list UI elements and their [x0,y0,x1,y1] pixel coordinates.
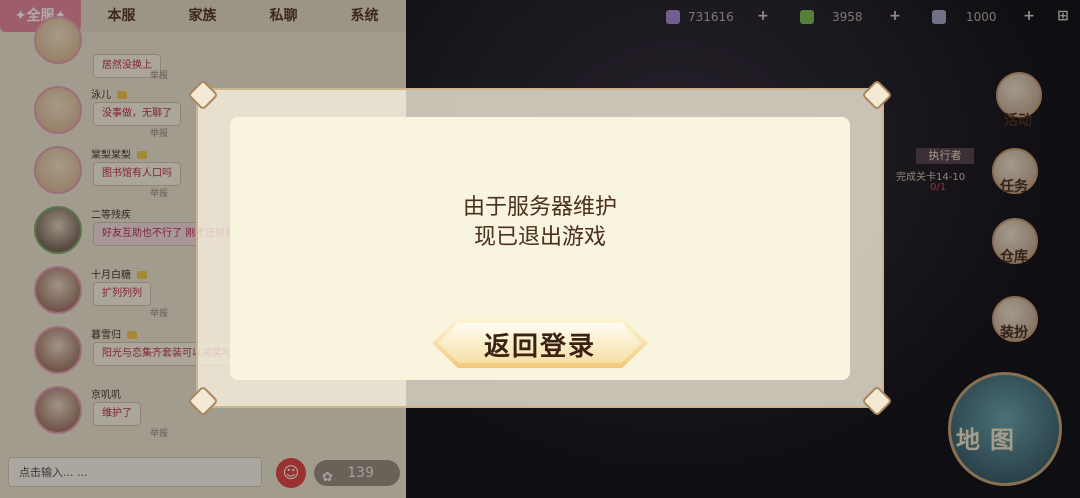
return-login-button[interactable]: 返回登录 [432,318,648,368]
dialog-message-line-1: 由于服务器维护 [462,195,617,220]
dialog-message-line-2: 现已退出游戏 [473,225,606,250]
return-login-label: 返回登录 [483,332,596,362]
